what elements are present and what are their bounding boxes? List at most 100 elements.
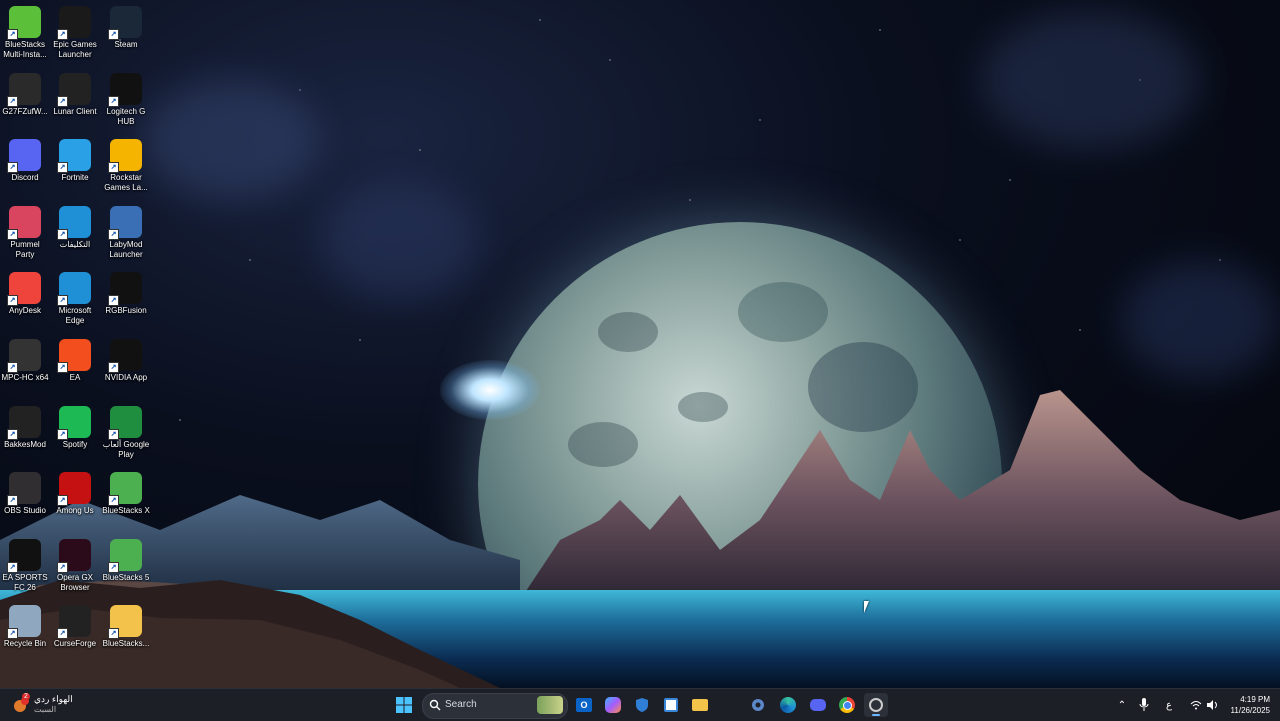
mouse-cursor bbox=[864, 601, 874, 613]
desktop-icon[interactable]: ↗ RGBFusion bbox=[101, 268, 151, 332]
desktop-icon-label: Discord bbox=[11, 173, 39, 183]
desktop-icon[interactable]: ↗ OBS Studio bbox=[0, 468, 50, 532]
cinema-file-icon: ↗ bbox=[7, 72, 41, 107]
copilot-icon bbox=[605, 697, 621, 713]
desktop-icon[interactable]: ↗ BlueStacks 5 bbox=[101, 535, 151, 599]
desktop-icon-label: BlueStacks 5 bbox=[102, 572, 150, 582]
microphone-button[interactable] bbox=[1132, 693, 1156, 717]
desktop-icon[interactable]: ↗ Among Us bbox=[50, 468, 100, 532]
show-hidden-icons-button[interactable]: ⌃ bbox=[1110, 693, 1134, 717]
desktop-icon[interactable]: ↗ G27FZufW... bbox=[0, 69, 50, 133]
desktop-icon[interactable]: ↗ Recycle Bin bbox=[0, 601, 50, 665]
shortcut-arrow-icon: ↗ bbox=[7, 162, 18, 174]
edge-shortcut-icon: ↗ bbox=[57, 205, 91, 240]
desktop-icon-label: Steam bbox=[114, 40, 138, 49]
discord-button[interactable] bbox=[806, 693, 830, 717]
curseforge-icon: ↗ bbox=[57, 605, 91, 640]
shortcut-arrow-icon: ↗ bbox=[57, 29, 68, 40]
desktop-icon[interactable]: ↗ BlueStacks X bbox=[101, 468, 151, 532]
discord-icon: ↗ bbox=[7, 139, 41, 174]
weather-title: الهواء ردي bbox=[34, 694, 73, 704]
desktop-icon[interactable]: ↗ ألعاب Google Play bbox=[101, 402, 151, 466]
desktop-icon[interactable]: ↗ Fortnite bbox=[50, 135, 100, 199]
search-box[interactable]: Search bbox=[422, 693, 568, 719]
desktop-icon[interactable]: ↗ CurseForge bbox=[50, 601, 100, 665]
desktop-icon-label: NVIDIA App bbox=[104, 373, 148, 382]
shortcut-arrow-icon: ↗ bbox=[7, 628, 18, 640]
desktop-icon[interactable]: ↗ التكليفات bbox=[50, 202, 100, 266]
desktop-icon-label: Pummel Party bbox=[10, 239, 40, 259]
desktop-icon[interactable]: ↗ Pummel Party bbox=[0, 202, 50, 266]
shortcut-arrow-icon: ↗ bbox=[7, 95, 18, 107]
desktop-icon-label: التكليفات bbox=[59, 239, 91, 249]
desktop-icon-label: Spotify bbox=[62, 439, 88, 449]
desktop-icon-label: Opera GX Browser bbox=[56, 572, 93, 592]
shortcut-arrow-icon: ↗ bbox=[108, 162, 119, 174]
copilot-button[interactable] bbox=[601, 693, 625, 717]
desktop-icon[interactable]: ↗ BlueStacks Multi-Insta... bbox=[0, 2, 50, 66]
volume-icon bbox=[1206, 700, 1217, 710]
clock-button[interactable]: 4:19 PM 11/26/2025 bbox=[1222, 693, 1274, 717]
chrome-button[interactable] bbox=[835, 693, 859, 717]
desktop-icon[interactable]: ↗ Epic Games Launcher bbox=[50, 2, 100, 66]
folder-icon bbox=[692, 699, 708, 711]
edge-icon bbox=[780, 697, 796, 713]
shortcut-arrow-icon: ↗ bbox=[108, 561, 119, 573]
shortcut-arrow-icon: ↗ bbox=[57, 295, 68, 307]
quick-settings-button[interactable] bbox=[1184, 693, 1224, 717]
desktop-icon[interactable]: ↗ BakkesMod bbox=[0, 402, 50, 466]
desktop-icon-label: Recycle Bin bbox=[3, 639, 47, 649]
epic-games-icon: ↗ bbox=[57, 6, 91, 40]
windows-icon bbox=[396, 697, 412, 713]
weather-widget[interactable]: 2 الهواء ردي السبت bbox=[12, 693, 132, 719]
desktop-icon[interactable]: ↗ EA bbox=[50, 335, 100, 399]
desktop-icon[interactable]: ↗ AnyDesk bbox=[0, 268, 50, 332]
bluestacks-x-icon: ↗ bbox=[108, 472, 142, 507]
bluestacks-multi-icon: ↗ bbox=[7, 6, 41, 40]
desktop-icon[interactable]: ↗ Spotify bbox=[50, 402, 100, 466]
desktop-icon[interactable]: ↗ Opera GX Browser bbox=[50, 535, 100, 599]
settings-icon bbox=[752, 699, 764, 711]
desktop-icon[interactable]: ↗ Rockstar Games La... bbox=[101, 135, 151, 199]
shortcut-arrow-icon: ↗ bbox=[108, 29, 119, 40]
desktop-icon[interactable]: ↗ Logitech G HUB bbox=[101, 69, 151, 133]
store-button[interactable] bbox=[659, 693, 683, 717]
desktop-icon-label: EA bbox=[69, 373, 81, 382]
folder-icon: ↗ bbox=[108, 605, 142, 640]
recorder-button[interactable] bbox=[864, 693, 888, 717]
desktop-icon[interactable]: ↗ BlueStacks... bbox=[101, 601, 151, 665]
recorder-icon bbox=[869, 698, 883, 712]
explorer-button[interactable] bbox=[688, 693, 712, 717]
recycle-bin-icon: ↗ bbox=[7, 605, 41, 640]
shortcut-arrow-icon: ↗ bbox=[57, 162, 68, 174]
desktop-icon-label: Among Us bbox=[56, 506, 94, 516]
desktop-icon[interactable]: ↗ Microsoft Edge bbox=[50, 268, 100, 332]
desktop-icon[interactable]: ↗ EA SPORTS FC 26 bbox=[0, 535, 50, 599]
among-us-icon: ↗ bbox=[57, 472, 91, 507]
desktop-icon-label: LabyMod Launcher bbox=[109, 239, 143, 259]
desktop-icon[interactable]: ↗ Lunar Client bbox=[50, 69, 100, 133]
settings-button[interactable] bbox=[746, 693, 770, 717]
desktop-icon[interactable]: ↗ LabyMod Launcher bbox=[101, 202, 151, 266]
edge-button[interactable] bbox=[776, 693, 800, 717]
desktop-icon[interactable]: ↗ NVIDIA App bbox=[101, 335, 151, 399]
shortcut-arrow-icon: ↗ bbox=[7, 295, 18, 307]
outlook-button[interactable]: O bbox=[572, 693, 596, 717]
desktop-icon[interactable]: ↗ Discord bbox=[0, 135, 50, 199]
language-button[interactable]: ع bbox=[1157, 693, 1181, 717]
pummel-party-icon: ↗ bbox=[7, 205, 41, 240]
discord-icon bbox=[810, 699, 826, 711]
defender-button[interactable] bbox=[630, 693, 654, 717]
shortcut-arrow-icon: ↗ bbox=[108, 495, 119, 507]
shortcut-arrow-icon: ↗ bbox=[7, 228, 18, 240]
outlook-icon: O bbox=[576, 698, 592, 712]
desktop-icon[interactable]: ↗ Steam bbox=[101, 2, 151, 66]
chevron-up-icon: ⌃ bbox=[1117, 699, 1127, 711]
desktop-icon[interactable]: ↗ MPC-HC x64 bbox=[0, 335, 50, 399]
start-button[interactable] bbox=[392, 693, 416, 717]
desktop-icon-label: OBS Studio bbox=[4, 506, 46, 516]
chrome-icon bbox=[839, 697, 855, 713]
desktop-icon-grid: ↗ BlueStacks Multi-Insta... ↗ Epic Games La… bbox=[0, 0, 160, 680]
desktop-icon-label: G27FZufW... bbox=[2, 106, 48, 116]
google-play-games-icon: ↗ bbox=[108, 405, 142, 440]
